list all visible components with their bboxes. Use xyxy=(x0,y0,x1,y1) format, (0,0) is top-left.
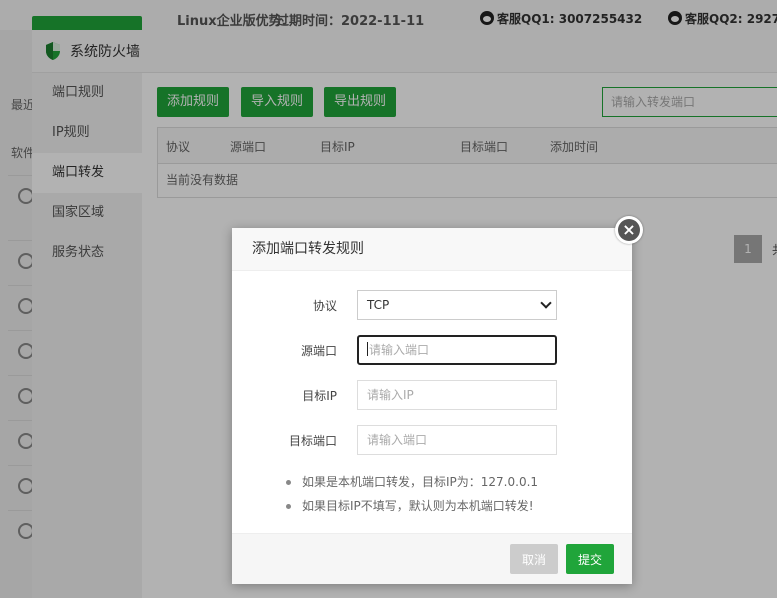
source-port-input[interactable]: 请输入端口 xyxy=(357,335,557,365)
target-ip-row: 目标IP 请输入IP xyxy=(232,380,632,410)
source-port-label: 源端口 xyxy=(300,344,337,358)
protocol-row: 协议 TCP xyxy=(232,290,632,320)
add-port-forward-dialog: 添加端口转发规则 协议 TCP 源端口 请输入端口 目标IP 请输入IP 目标端… xyxy=(232,228,632,584)
dialog-footer: 取消 提交 xyxy=(232,533,632,584)
tips-list: 如果是本机端口转发，目标IP为：127.0.0.1 如果目标IP不填写，默认则为… xyxy=(286,470,538,518)
close-icon: × xyxy=(618,219,640,241)
submit-button[interactable]: 提交 xyxy=(566,544,614,574)
source-port-row: 源端口 请输入端口 xyxy=(232,335,632,365)
tip-empty-ip: 如果目标IP不填写，默认则为本机端口转发! xyxy=(286,494,538,518)
target-port-input[interactable]: 请输入端口 xyxy=(357,425,557,455)
dialog-close-button[interactable]: × xyxy=(615,216,643,244)
cancel-button[interactable]: 取消 xyxy=(510,544,558,574)
chevron-down-icon xyxy=(540,297,552,309)
target-port-label: 目标端口 xyxy=(288,434,337,448)
target-ip-input[interactable]: 请输入IP xyxy=(357,380,557,410)
target-port-row: 目标端口 请输入端口 xyxy=(232,425,632,455)
tip-local-forward: 如果是本机端口转发，目标IP为：127.0.0.1 xyxy=(286,470,538,494)
text-caret xyxy=(367,342,368,356)
dialog-title: 添加端口转发规则 xyxy=(232,228,632,271)
target-ip-label: 目标IP xyxy=(302,389,337,403)
protocol-select[interactable]: TCP xyxy=(357,290,557,320)
protocol-label: 协议 xyxy=(312,299,337,313)
